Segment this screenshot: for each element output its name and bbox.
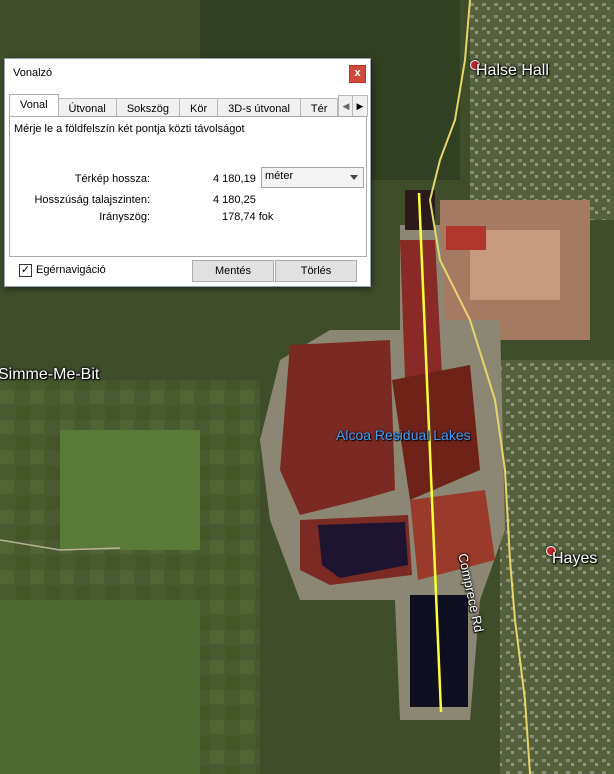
tab-ter[interactable]: Tér	[299, 98, 339, 116]
place-label-simme-me-bit[interactable]: Simme-Me-Bit	[0, 366, 99, 384]
measure-description: Mérje le a földfelszín két pontja közti …	[14, 123, 245, 135]
tab-kor[interactable]: Kör	[179, 98, 219, 116]
tab-utvonal[interactable]: Útvonal	[57, 98, 117, 116]
unit-select[interactable]: méter	[261, 167, 364, 188]
ruler-dialog: Vonalzó x Vonal Útvonal Sokszög Kör 3D-s útv…	[4, 58, 371, 287]
place-label-halse-hall[interactable]: Halse Hall	[476, 62, 549, 80]
tab-sokszog[interactable]: Sokszög	[115, 98, 181, 116]
ground-length-value: 4 180,25	[213, 194, 256, 206]
heading-value: 178,74 fok	[222, 211, 274, 223]
map-length-value: 4 180,19	[213, 173, 256, 185]
ground-length-label: Hosszúság talajszinten:	[34, 194, 150, 206]
mouse-nav-label[interactable]: Egérnavigáció	[36, 264, 106, 276]
close-button[interactable]: x	[349, 65, 366, 83]
heading-label: Irányszög:	[99, 211, 150, 223]
tab-scroll-right-icon[interactable]: ▶	[352, 95, 368, 117]
dialog-titlebar[interactable]: Vonalzó x	[5, 59, 370, 89]
place-label-hayes[interactable]: Hayes	[552, 550, 597, 568]
unit-select-value: méter	[265, 170, 294, 182]
tab-panel: Mérje le a földfelszín két pontja közti …	[9, 116, 367, 257]
place-label-alcoa-lakes[interactable]: Alcoa Residual Lakes	[336, 427, 471, 443]
dialog-title: Vonalzó	[13, 67, 53, 79]
clear-button[interactable]: Törlés	[275, 260, 357, 282]
tab-vonal[interactable]: Vonal	[9, 94, 59, 116]
chevron-down-icon	[350, 175, 358, 180]
map-length-label: Térkép hossza:	[74, 173, 150, 185]
dialog-footer: ✓ Egérnavigáció Mentés Törlés	[5, 258, 370, 286]
tab-3d-utvonal[interactable]: 3D-s útvonal	[217, 98, 301, 116]
save-button[interactable]: Mentés	[192, 260, 274, 282]
mouse-nav-checkbox[interactable]: ✓	[19, 264, 32, 277]
ruler-tabs: Vonal Útvonal Sokszög Kör 3D-s útvonal Tér	[9, 94, 339, 116]
